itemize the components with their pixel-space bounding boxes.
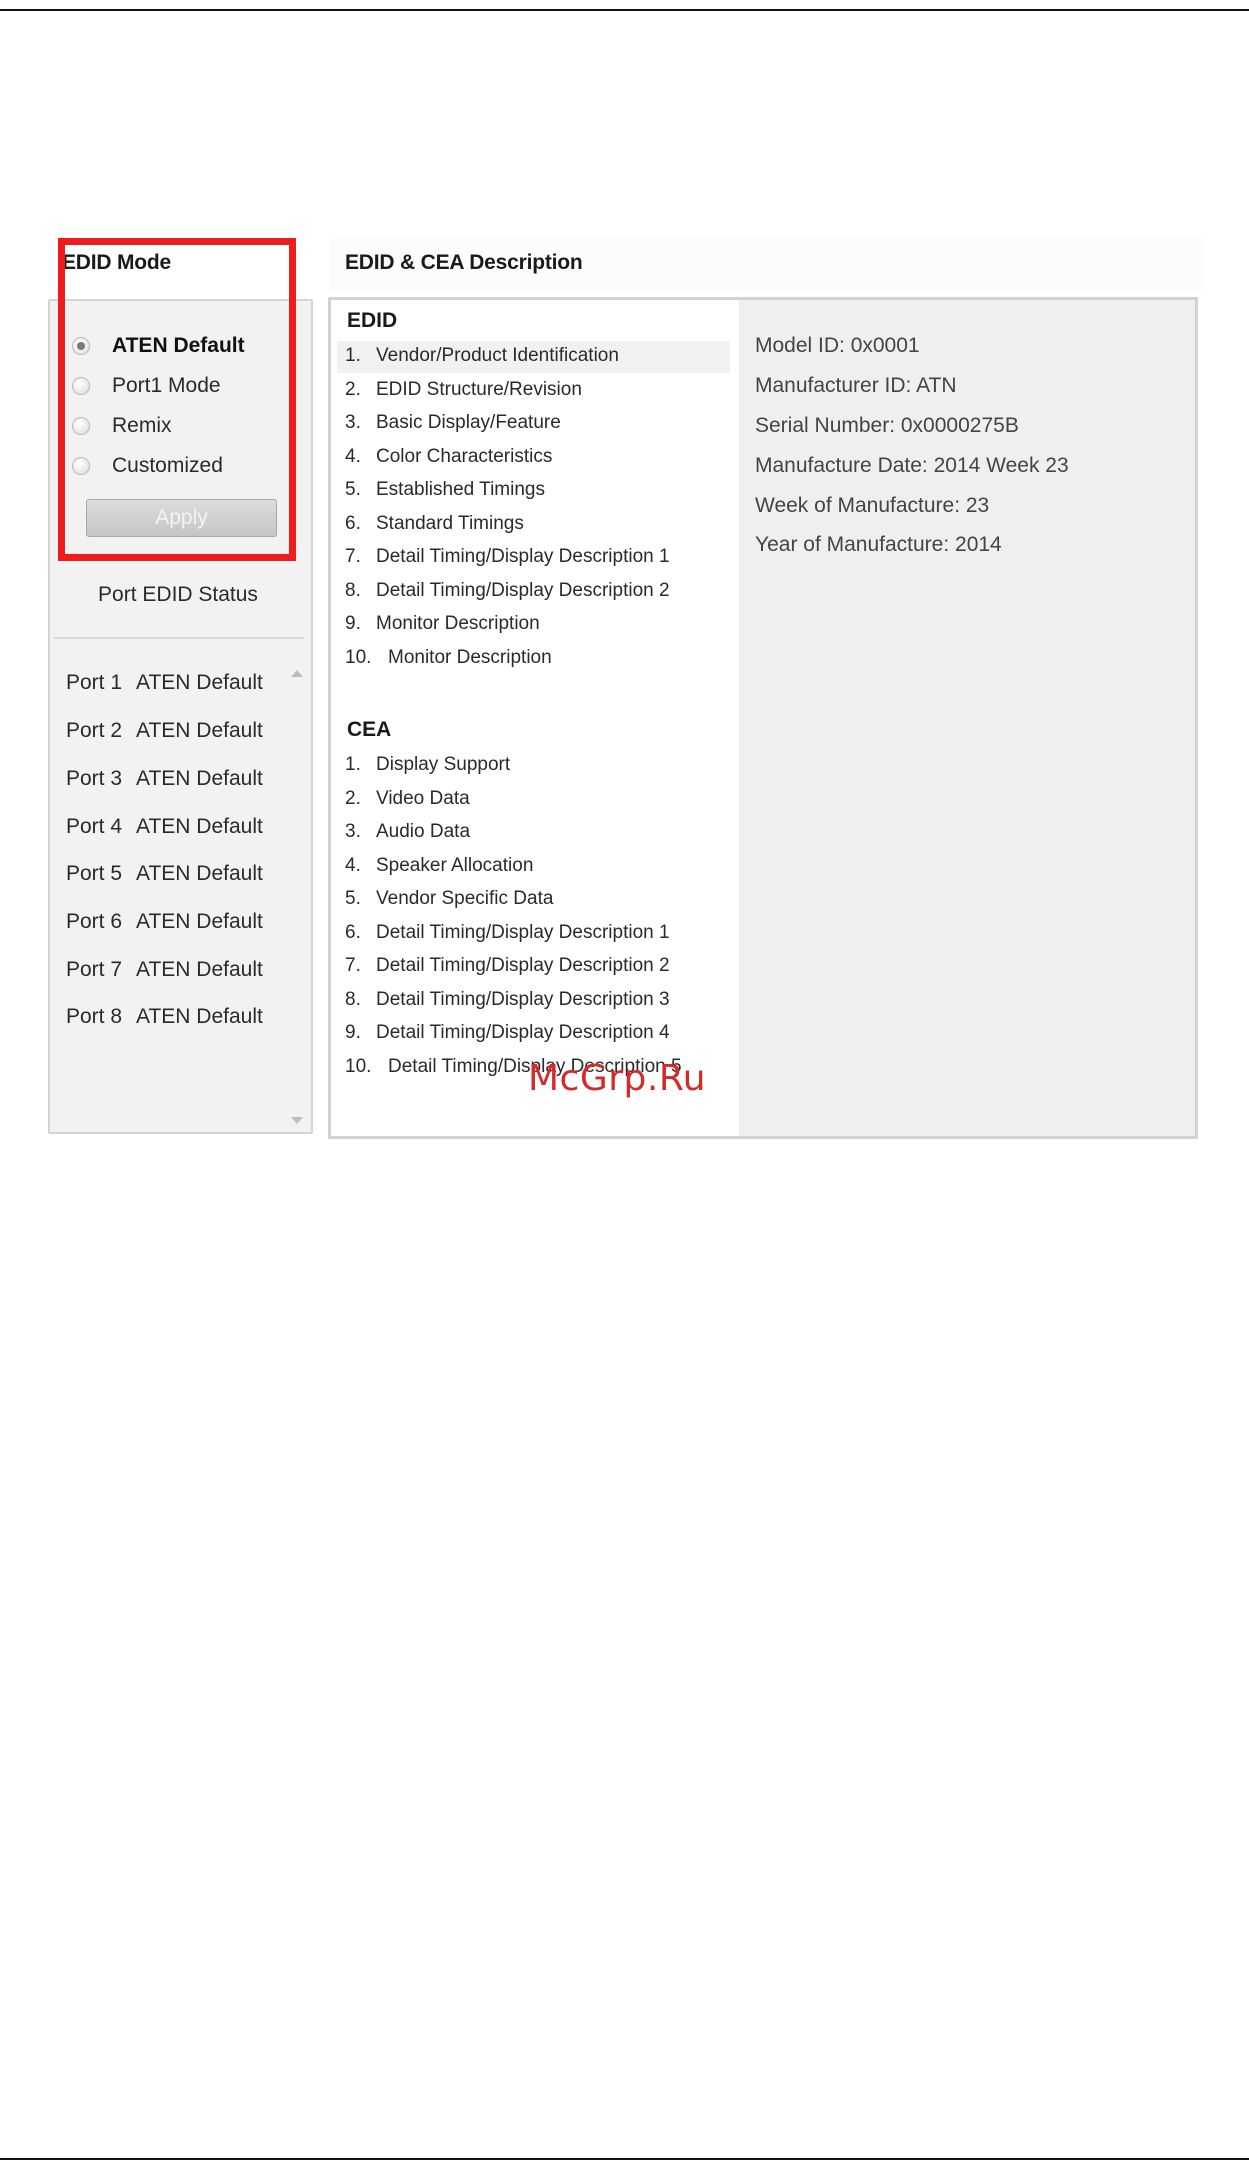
port-status-row: Port 1 ATEN Default <box>66 671 263 695</box>
edid-list-item[interactable]: 4. Color Characteristics <box>345 446 552 468</box>
item-number: 10. <box>345 1056 372 1077</box>
item-number: 5. <box>345 479 361 500</box>
item-number: 2. <box>345 379 361 400</box>
edid-list-item[interactable]: 10. Monitor Description <box>345 647 552 669</box>
detail-serial-number: Serial Number: 0x0000275B <box>755 414 1019 437</box>
edid-list-item[interactable]: 5. Established Timings <box>345 479 545 501</box>
port-value: ATEN Default <box>136 958 263 981</box>
item-number: 4. <box>345 855 361 876</box>
port-value: ATEN Default <box>136 815 263 838</box>
item-number: 1. <box>345 754 361 775</box>
item-number: 8. <box>345 580 361 601</box>
item-number: 8. <box>345 989 361 1010</box>
item-label: Detail Timing/Display Description 1 <box>376 546 670 567</box>
item-number: 6. <box>345 922 361 943</box>
port-status-row: Port 7 ATEN Default <box>66 958 263 982</box>
item-label: Detail Timing/Display Description 3 <box>376 989 670 1010</box>
edid-list-item[interactable]: 3. Basic Display/Feature <box>345 412 561 434</box>
port-status-divider <box>54 637 304 639</box>
detail-manufacture-date: Manufacture Date: 2014 Week 23 <box>755 454 1069 477</box>
item-number: 3. <box>345 412 361 433</box>
item-label: Established Timings <box>376 479 545 500</box>
edid-list-item[interactable]: 9. Monitor Description <box>345 613 540 635</box>
port-edid-status-title: Port EDID Status <box>98 583 258 606</box>
item-number: 7. <box>345 955 361 976</box>
item-label: Display Support <box>376 754 511 775</box>
edid-section-title: EDID <box>347 309 398 332</box>
port-name: Port 1 <box>66 671 123 694</box>
port-value: ATEN Default <box>136 910 263 933</box>
item-label: Color Characteristics <box>376 446 553 467</box>
item-number: 9. <box>345 1022 361 1043</box>
item-number: 5. <box>345 888 361 909</box>
cea-list-item[interactable]: 9. Detail Timing/Display Description 4 <box>345 1022 670 1044</box>
item-label: Basic Display/Feature <box>376 412 561 433</box>
cea-list-item[interactable]: 1. Display Support <box>345 754 510 776</box>
item-label: Monitor Description <box>376 613 540 634</box>
cea-list-item[interactable]: 8. Detail Timing/Display Description 3 <box>345 989 670 1011</box>
port-value: ATEN Default <box>136 671 263 694</box>
port-status-row: Port 6 ATEN Default <box>66 910 263 934</box>
port-value: ATEN Default <box>136 862 263 885</box>
port-status-row: Port 2 ATEN Default <box>66 719 263 743</box>
port-name: Port 7 <box>66 958 123 981</box>
cea-list-item[interactable]: 7. Detail Timing/Display Description 2 <box>345 955 670 977</box>
bottom-rule <box>0 2158 1249 2160</box>
port-name: Port 4 <box>66 815 123 838</box>
item-label: Detail Timing/Display Description 4 <box>376 1022 670 1043</box>
edid-list-item[interactable]: 1. Vendor/Product Identification <box>345 345 619 367</box>
port-name: Port 2 <box>66 719 123 742</box>
port-status-row: Port 4 ATEN Default <box>66 815 263 839</box>
item-label: Monitor Description <box>388 647 552 668</box>
item-number: 2. <box>345 788 361 809</box>
detail-week-of-manufacture: Week of Manufacture: 23 <box>755 494 990 517</box>
cea-list-item[interactable]: 4. Speaker Allocation <box>345 855 533 877</box>
scroll-down-arrow-icon[interactable] <box>291 1117 303 1124</box>
item-number: 6. <box>345 513 361 534</box>
cea-list-item[interactable]: 3. Audio Data <box>345 821 470 843</box>
edid-list-item[interactable]: 8. Detail Timing/Display Description 2 <box>345 580 670 602</box>
item-label: Detail Timing/Display Description 2 <box>376 955 670 976</box>
item-number: 1. <box>345 345 361 366</box>
item-label: Vendor Specific Data <box>376 888 554 909</box>
item-label: Speaker Allocation <box>376 855 534 876</box>
item-number: 10. <box>345 647 372 668</box>
cea-list-item[interactable]: 2. Video Data <box>345 788 470 810</box>
item-label: Standard Timings <box>376 513 524 534</box>
item-label: Audio Data <box>376 821 471 842</box>
port-status-row: Port 8 ATEN Default <box>66 1005 263 1029</box>
edid-list-item[interactable]: 2. EDID Structure/Revision <box>345 379 582 401</box>
port-name: Port 6 <box>66 910 123 933</box>
item-label: EDID Structure/Revision <box>376 379 582 400</box>
detail-model-id: Model ID: 0x0001 <box>755 334 920 357</box>
cea-section-title: CEA <box>347 718 392 741</box>
item-number: 4. <box>345 446 361 467</box>
edid-list-item[interactable]: 6. Standard Timings <box>345 513 524 535</box>
port-name: Port 3 <box>66 767 123 790</box>
edid-list-item[interactable]: 7. Detail Timing/Display Description 1 <box>345 546 670 568</box>
description-heading: EDID & CEA Description <box>345 251 583 274</box>
top-rule <box>0 9 1249 11</box>
port-value: ATEN Default <box>136 767 263 790</box>
item-label: Detail Timing/Display Description 1 <box>376 922 670 943</box>
cea-list-item[interactable]: 5. Vendor Specific Data <box>345 888 553 910</box>
cea-list-item[interactable]: 6. Detail Timing/Display Description 1 <box>345 922 670 944</box>
port-value: ATEN Default <box>136 1005 263 1028</box>
highlight-frame <box>58 238 296 561</box>
detail-manufacturer-id: Manufacturer ID: ATN <box>755 374 957 397</box>
item-label: Video Data <box>376 788 470 809</box>
item-number: 3. <box>345 821 361 842</box>
port-status-row: Port 5 ATEN Default <box>66 862 263 886</box>
scroll-up-arrow-icon[interactable] <box>291 670 303 677</box>
item-number: 9. <box>345 613 361 634</box>
port-status-row: Port 3 ATEN Default <box>66 767 263 791</box>
port-value: ATEN Default <box>136 719 263 742</box>
port-name: Port 5 <box>66 862 123 885</box>
port-name: Port 8 <box>66 1005 123 1028</box>
detail-year-of-manufacture: Year of Manufacture: 2014 <box>755 533 1002 556</box>
item-number: 7. <box>345 546 361 567</box>
watermark: McGrp.Ru <box>528 1058 707 1099</box>
item-label: Vendor/Product Identification <box>376 345 619 366</box>
item-label: Detail Timing/Display Description 2 <box>376 580 670 601</box>
